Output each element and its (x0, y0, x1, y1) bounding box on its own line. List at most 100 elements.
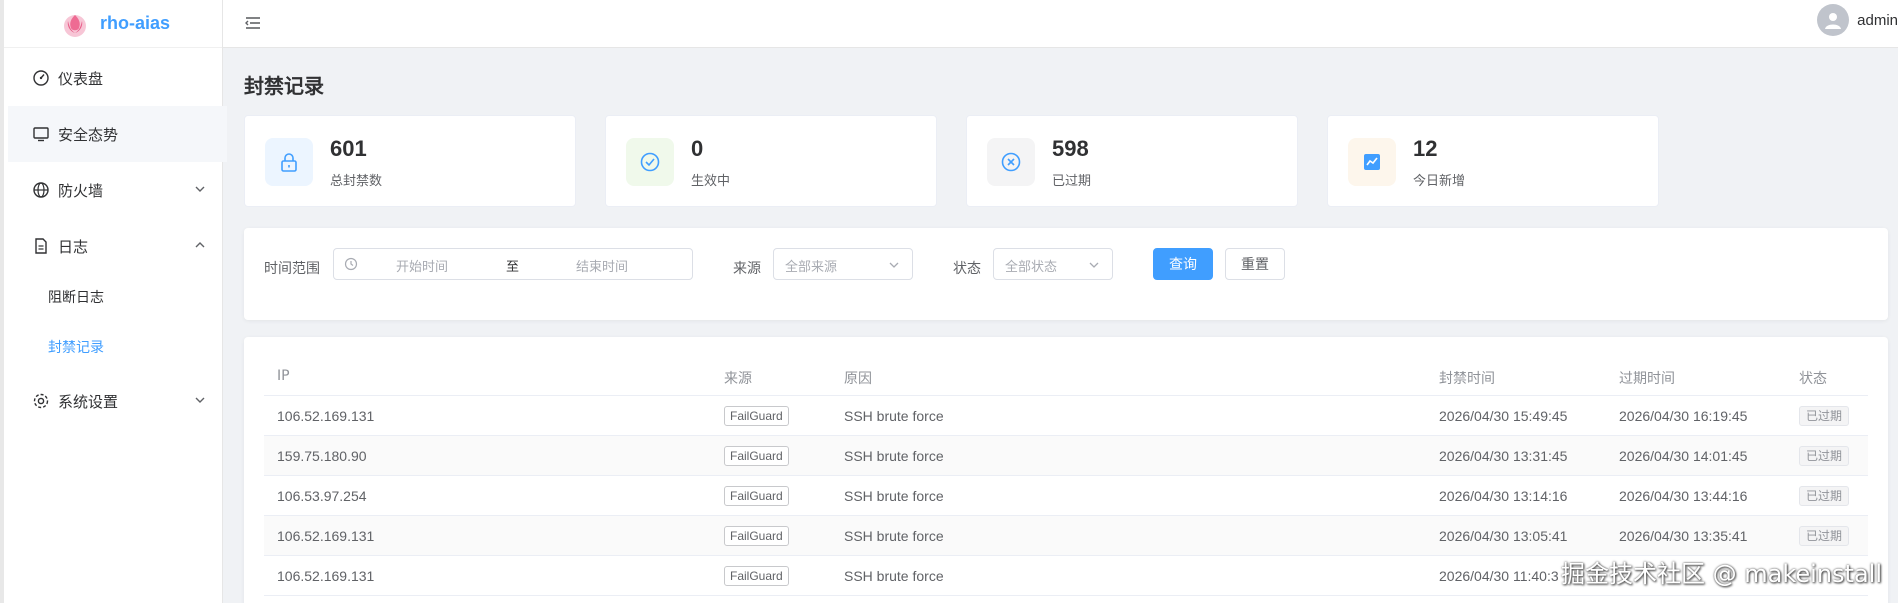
stat-label: 生效中 (691, 174, 731, 189)
dashboard-icon (33, 70, 49, 86)
trend-icon (1348, 138, 1396, 186)
sidebar-item-settings[interactable]: 系统设置 (8, 373, 227, 429)
cell-ban-time: 2026/04/30 11:40:3 (1439, 568, 1559, 584)
cell-reason: SSH brute force (844, 528, 944, 544)
gear-icon (33, 393, 49, 409)
sidebar-item-label: 防火墙 (58, 181, 104, 200)
cell-expire-time: 2026/04/30 13:44:16 (1619, 488, 1748, 504)
source-select[interactable]: 全部来源 (773, 248, 913, 280)
avatar (1817, 4, 1850, 36)
x-circle-icon (987, 138, 1035, 186)
column-header-ban-time: 封禁时间 (1439, 371, 1495, 387)
cell-expire-time: 2026/04/30 14:01:45 (1619, 448, 1748, 464)
sidebar-item-label: 系统设置 (58, 392, 119, 411)
cell-ip: 106.52.169.131 (277, 568, 375, 584)
sidebar: rho-aias 仪表盘 安全态势 防火墙 日志 阻断日志 封禁记录 系统设置 (0, 0, 227, 603)
source-tag: FailGuard (724, 446, 789, 466)
username: admin (1857, 11, 1898, 29)
sidebar-item-label: 安全态势 (58, 125, 119, 144)
source-tag: FailGuard (724, 526, 789, 546)
end-time-input[interactable]: 结束时间 (576, 256, 628, 275)
user-menu[interactable]: admin (1817, 4, 1898, 36)
sidebar-item-label: 仪表盘 (58, 69, 104, 88)
table-row[interactable]: 106.52.169.131 FailGuard SSH brute force… (264, 516, 1868, 556)
cell-ban-time: 2026/04/30 13:31:45 (1439, 448, 1568, 464)
monitor-icon (33, 127, 49, 142)
globe-icon (33, 182, 49, 198)
check-circle-icon (626, 138, 674, 186)
stat-label: 今日新增 (1413, 174, 1466, 189)
stat-value: 0 (691, 136, 704, 161)
cell-reason: SSH brute force (844, 568, 944, 584)
status-badge: 已过期 (1799, 406, 1850, 426)
menu-collapse-icon[interactable] (243, 13, 263, 33)
sidebar-item-security-posture[interactable]: 安全态势 (8, 106, 227, 162)
status-select-value: 全部状态 (1005, 260, 1058, 275)
logo[interactable]: rho-aias (4, 0, 222, 48)
time-range-label: 时间范围 (264, 261, 320, 277)
page-title: 封禁记录 (244, 74, 324, 98)
lock-icon (265, 138, 313, 186)
cell-ip: 106.52.169.131 (277, 408, 375, 424)
cell-expire-time: 2026/04/30 16:19:45 (1619, 408, 1748, 424)
sidebar-item-firewall[interactable]: 防火墙 (8, 162, 227, 218)
sidebar-item-dashboard[interactable]: 仪表盘 (8, 50, 227, 106)
cell-ip: 159.75.180.90 (277, 448, 367, 464)
stat-label: 总封禁数 (330, 174, 383, 189)
topbar: admin (223, 0, 1898, 48)
clock-icon (344, 257, 358, 271)
stat-card-active: 0 生效中 (605, 115, 937, 207)
cell-reason: SSH brute force (844, 408, 944, 424)
chevron-down-icon (889, 262, 899, 268)
filter-bar: 时间范围 开始时间 至 结束时间 来源 全部来源 状态 全部状态 查询 重置 (244, 228, 1888, 320)
stat-card-total: 601 总封禁数 (244, 115, 576, 207)
status-badge: 已过期 (1799, 526, 1850, 546)
column-header-status: 状态 (1799, 371, 1827, 387)
status-badge: 已过期 (1799, 446, 1850, 466)
table-row[interactable]: 159.75.180.90 FailGuard SSH brute force … (264, 436, 1868, 476)
column-header-expire-time: 过期时间 (1619, 371, 1675, 387)
source-tag: FailGuard (724, 486, 789, 506)
table-row[interactable]: 106.52.169.131 FailGuard SSH brute force… (264, 396, 1868, 436)
sidebar-item-block-logs[interactable]: 阻断日志 (8, 272, 227, 322)
column-header-reason: 原因 (844, 371, 872, 387)
sidebar-item-ban-records[interactable]: 封禁记录 (8, 322, 227, 372)
query-button[interactable]: 查询 (1153, 248, 1213, 280)
cell-ban-time: 2026/04/30 13:14:16 (1439, 488, 1568, 504)
column-header-source: 来源 (724, 371, 752, 387)
range-separator: 至 (506, 260, 520, 275)
cell-expire-time: 2026/04/30 13:35:41 (1619, 528, 1748, 544)
status-label: 状态 (953, 261, 981, 277)
column-header-ip: IP (277, 368, 290, 384)
sidebar-item-logs[interactable]: 日志 (8, 218, 227, 274)
status-select[interactable]: 全部状态 (993, 248, 1113, 280)
stat-label: 已过期 (1052, 174, 1092, 189)
user-icon (1825, 13, 1842, 29)
source-select-value: 全部来源 (785, 260, 838, 275)
sidebar-item-label: 日志 (58, 237, 89, 256)
source-tag: FailGuard (724, 566, 789, 586)
document-icon (35, 238, 47, 254)
logo-icon (64, 14, 86, 37)
chevron-down-icon (1089, 262, 1099, 268)
source-label: 来源 (733, 261, 761, 277)
chevron-up-icon (195, 242, 205, 248)
date-range-picker[interactable]: 开始时间 至 结束时间 (333, 248, 693, 280)
stat-card-expired: 598 已过期 (966, 115, 1298, 207)
table-row[interactable]: 106.53.97.254 FailGuard SSH brute force … (264, 476, 1868, 516)
brand-name: rho-aias (100, 13, 171, 33)
start-time-input[interactable]: 开始时间 (396, 256, 448, 275)
stat-value: 598 (1052, 136, 1089, 161)
source-tag: FailGuard (724, 406, 789, 426)
cell-ban-time: 2026/04/30 15:49:45 (1439, 408, 1568, 424)
stat-card-today: 12 今日新增 (1327, 115, 1659, 207)
reset-button[interactable]: 重置 (1225, 248, 1285, 280)
cell-reason: SSH brute force (844, 448, 944, 464)
stat-value: 601 (330, 136, 367, 161)
chevron-down-icon (195, 397, 205, 403)
cell-ban-time: 2026/04/30 13:05:41 (1439, 528, 1568, 544)
sidebar-subitem-label: 阻断日志 (48, 290, 104, 306)
cell-reason: SSH brute force (844, 488, 944, 504)
status-badge: 已过期 (1799, 486, 1850, 506)
cell-ip: 106.52.169.131 (277, 528, 375, 544)
